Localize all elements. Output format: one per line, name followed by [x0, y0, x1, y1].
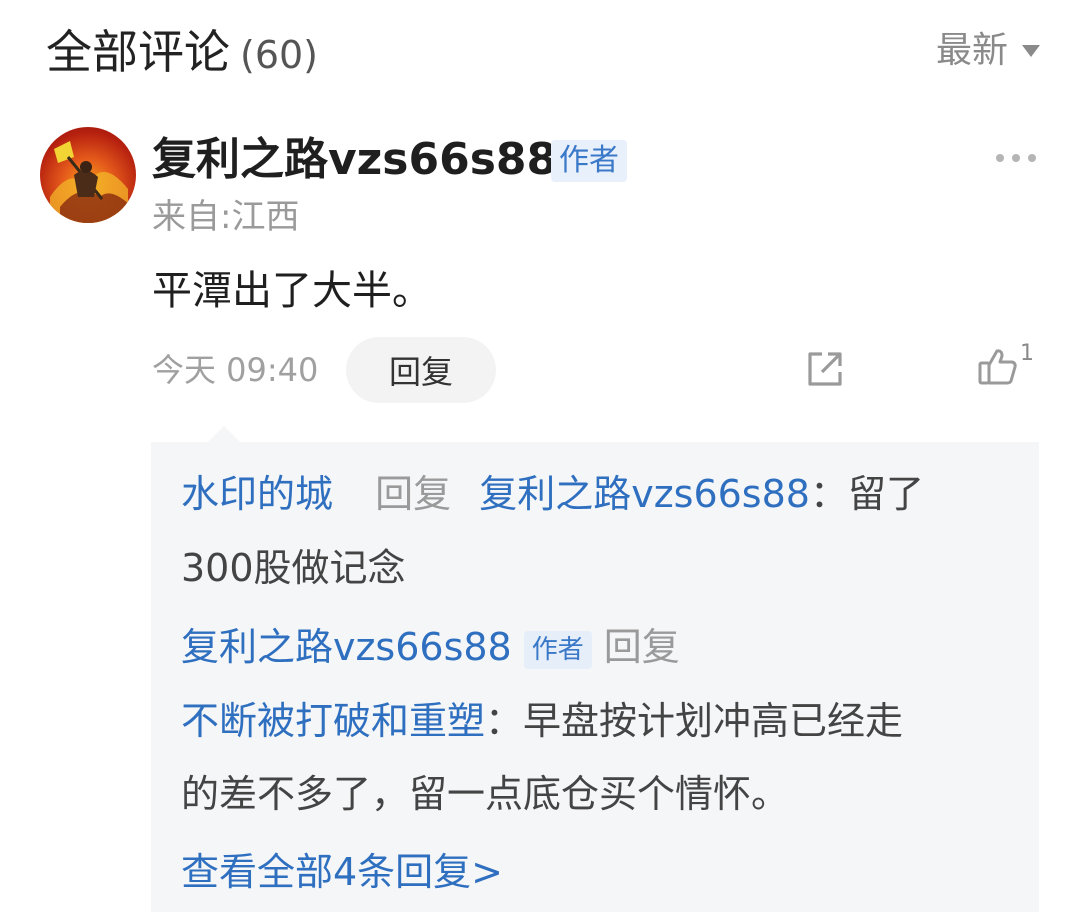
- reply-button[interactable]: 回复: [346, 337, 496, 403]
- author-badge: 作者: [551, 140, 627, 182]
- comments-title: 全部评论: [46, 25, 230, 79]
- avatar[interactable]: [40, 127, 136, 223]
- reply-text-line2: 的差不多了，留一点底仓买个情怀。: [181, 772, 790, 816]
- more-dot-icon: [1012, 154, 1020, 162]
- sort-label: 最新: [935, 30, 1008, 71]
- sort-dropdown[interactable]: 最新: [936, 26, 1040, 76]
- reply-word: 回复: [375, 472, 452, 516]
- share-icon[interactable]: [804, 348, 846, 394]
- comments-count: (60): [240, 33, 319, 77]
- comment-time: 今天 09:40: [152, 351, 319, 389]
- thumbs-up-icon[interactable]: [976, 345, 1020, 393]
- comment-location: 来自:江西: [152, 197, 300, 237]
- comment-author-name[interactable]: 复利之路vzs66s88: [152, 132, 557, 188]
- more-dot-icon: [996, 154, 1004, 162]
- avatar-image: [50, 141, 130, 223]
- reply-target[interactable]: 复利之路vzs66s88: [479, 472, 810, 516]
- reply-box-pointer: [208, 426, 240, 442]
- reply-user[interactable]: 水印的城: [181, 472, 333, 516]
- reply-target[interactable]: 不断被打破和重塑: [181, 699, 485, 743]
- reply-user[interactable]: 复利之路vzs66s88: [181, 625, 512, 669]
- reply-text-line1: 早盘按计划冲高已经走: [523, 699, 904, 743]
- comments-page: 全部评论 (60) 最新 复利之路vzs66s88 作者 来自:江西 平潭出了大半…: [0, 0, 1080, 912]
- reply-item: 复利之路vzs66s88 作者 回复: [181, 620, 680, 674]
- view-all-replies-link[interactable]: 查看全部4条回复>: [181, 845, 503, 899]
- reply-colon: ：: [809, 472, 848, 516]
- comments-header: 全部评论 (60): [46, 22, 318, 85]
- author-badge: 作者: [523, 630, 592, 669]
- reply-text-line2: 300股做记念: [181, 546, 406, 590]
- reply-text-line1: 留了: [847, 472, 924, 516]
- comment-content: 平潭出了大半。: [152, 268, 432, 314]
- more-dot-icon: [1028, 154, 1036, 162]
- reply-item-line: 不断被打破和重塑：早盘按计划冲高已经走: [181, 694, 903, 748]
- reply-item: 水印的城 回复 复利之路vzs66s88：留了: [181, 467, 924, 521]
- more-options-button[interactable]: [996, 150, 1036, 166]
- like-count: 1: [1020, 341, 1034, 366]
- reply-word: 回复: [603, 625, 680, 669]
- reply-colon: ：: [485, 699, 524, 743]
- caret-down-icon: [1022, 45, 1040, 57]
- replies-box: 水印的城 回复 复利之路vzs66s88：留了 300股做记念 复利之路vzs6…: [151, 442, 1039, 912]
